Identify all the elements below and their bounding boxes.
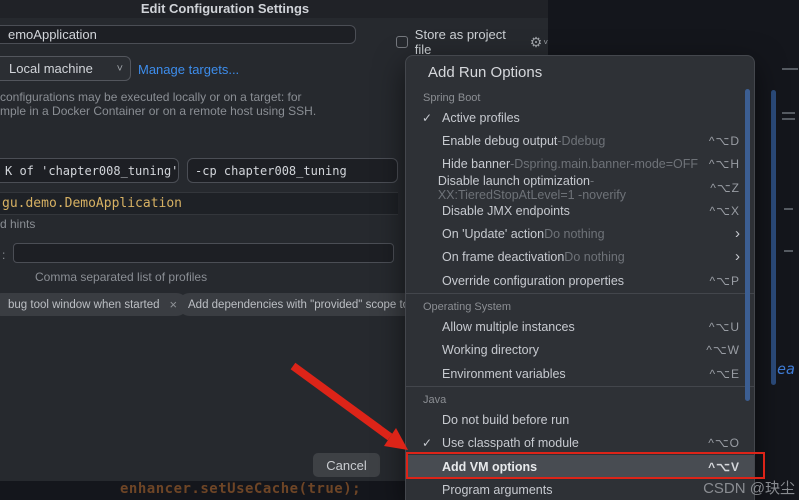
menu-item-on-update-action[interactable]: On 'Update' actionDo nothing › [406, 222, 754, 245]
menu-item-program-arguments[interactable]: Program arguments [406, 478, 754, 500]
menu-item-suffix: -Dspring.main.banner-mode=OFF [510, 157, 699, 172]
editor-partial-text: ea [777, 360, 796, 378]
editor-scroll-marker [782, 68, 798, 70]
menu-item-shortcut: ^⌥O [708, 436, 740, 451]
tool-window-chip[interactable]: bug tool window when started × [0, 293, 188, 316]
main-class-value: gu.demo.DemoApplication [2, 196, 183, 211]
watermark: CSDN @玦尘 [703, 480, 795, 497]
provided-scope-chip[interactable]: Add dependencies with "provided" scope t… [178, 293, 428, 316]
menu-section-operating-system: Operating System [423, 301, 512, 314]
editor-scrollbar-thumb[interactable] [771, 90, 776, 385]
menu-item-disable-launch-optimization[interactable]: Disable launch optimization-XX:TieredSto… [406, 173, 754, 202]
editor-scroll-marker [784, 208, 793, 210]
menu-item-label: Hide banner-Dspring.main.banner-mode=OFF [442, 157, 699, 172]
gear-chevron-icon: ˅ [543, 37, 548, 47]
menu-item-hide-banner[interactable]: Hide banner-Dspring.main.banner-mode=OFF… [406, 153, 754, 176]
menu-item-label: Active profiles [442, 110, 520, 125]
menu-item-shortcut: ^⌥D [708, 133, 740, 148]
menu-item-shortcut: ^⌥Z [710, 180, 740, 195]
vm-classpath-field[interactable]: -cp chapter008_tuning [187, 158, 398, 183]
menu-item-label: Add VM options [442, 459, 538, 474]
menu-scrollbar-thumb[interactable] [745, 89, 750, 401]
menu-item-active-profiles[interactable]: ✓ Active profiles [406, 106, 754, 129]
add-run-options-menu: Add Run Options Spring Boot ✓ Active profi… [405, 55, 755, 500]
menu-item-label: Use classpath of module [442, 436, 579, 451]
close-icon[interactable]: × [170, 297, 178, 312]
check-icon: ✓ [422, 110, 433, 125]
hints-label: d hints [0, 217, 36, 231]
menu-item-label: Disable JMX endpoints [442, 203, 570, 218]
dialog-title: Edit Configuration Settings [140, 1, 310, 16]
menu-item-shortcut: ^⌥X [709, 203, 740, 218]
target-hint-line1: configurations may be executed locally o… [0, 90, 302, 104]
menu-item-shortcut: ^⌥E [709, 366, 740, 381]
store-as-project-file-row: Store as project file ⚙ ˅ [396, 27, 548, 57]
main-class-row[interactable]: gu.demo.DemoApplication [0, 192, 398, 215]
menu-item-label: Enable debug output-Ddebug [442, 133, 606, 148]
menu-item-use-classpath-of-module[interactable]: ✓ Use classpath of module ^⌥O [406, 432, 754, 455]
menu-item-label: Allow multiple instances [442, 320, 575, 335]
menu-item-suffix: -XX:TieredStopAtLevel=1 -noverify [437, 173, 626, 202]
menu-item-shortcut: ^⌥V [708, 459, 740, 474]
menu-item-label: On frame deactivationDo nothing [442, 250, 625, 265]
run-options-menu-body: Spring Boot ✓ Active profiles Enable debug … [406, 86, 754, 500]
menu-item-enable-debug-output[interactable]: Enable debug output-Ddebug ^⌥D [406, 129, 754, 152]
check-icon: ✓ [422, 436, 433, 451]
store-as-project-file-checkbox[interactable] [396, 36, 408, 48]
tool-window-chip-label: bug tool window when started [8, 298, 160, 311]
menu-item-label: Override configuration properties [442, 273, 625, 288]
menu-item-working-directory[interactable]: Working directory ^⌥W [406, 339, 754, 362]
run-target-value: Local machine [9, 61, 93, 76]
menu-section-java: Java [423, 394, 447, 407]
menu-item-label: On 'Update' actionDo nothing [442, 227, 605, 242]
target-hint-line2: mple in a Docker Container or on a remot… [0, 104, 317, 118]
gear-icon[interactable]: ⚙ [530, 35, 543, 49]
jre-select[interactable]: K of 'chapter008_tuning' modu [0, 158, 179, 183]
active-profiles-input[interactable] [13, 243, 394, 263]
configuration-name-input[interactable]: emoApplication [0, 25, 356, 44]
menu-item-allow-multiple-instances[interactable]: Allow multiple instances ^⌥U [406, 315, 754, 338]
chevron-right-icon: › [735, 248, 740, 266]
menu-item-do-not-build-before-run[interactable]: Do not build before run [406, 408, 754, 431]
chevron-down-icon: ˅ [116, 62, 123, 75]
cancel-button[interactable]: Cancel [313, 453, 380, 477]
menu-item-suffix: Do nothing [564, 250, 625, 265]
menu-item-shortcut: ^⌥W [706, 343, 740, 358]
manage-targets-link[interactable]: Manage targets... [138, 62, 239, 77]
screenshot-root: ea enhancer.setUseCache(true); Edit Conf… [0, 0, 799, 500]
profiles-hint: Comma separated list of profiles [35, 270, 208, 284]
menu-item-label: Do not build before run [442, 412, 570, 427]
run-target-select[interactable]: Local machine ˅ [0, 56, 131, 81]
menu-item-label: Program arguments [442, 482, 553, 497]
menu-item-environment-variables[interactable]: Environment variables ^⌥E [406, 362, 754, 385]
provided-scope-chip-label: Add dependencies with "provided" scope t… [188, 298, 428, 311]
menu-item-override-configuration-properties[interactable]: Override configuration properties ^⌥P [406, 269, 754, 292]
menu-item-label: Environment variables [442, 366, 566, 381]
chevron-right-icon: › [735, 225, 740, 243]
menu-item-label: Disable launch optimization-XX:TieredSto… [437, 173, 626, 202]
menu-item-shortcut: ^⌥H [708, 157, 740, 172]
menu-item-add-vm-options[interactable]: Add VM options ^⌥V [406, 454, 754, 479]
menu-section-spring-boot: Spring Boot [423, 92, 481, 104]
menu-title: Add Run Options [428, 64, 543, 81]
menu-item-suffix: -Ddebug [557, 133, 606, 148]
menu-item-suffix: Do nothing [544, 227, 605, 242]
editor-scroll-marker [782, 112, 795, 114]
editor-code-line: enhancer.setUseCache(true); [120, 481, 362, 497]
profiles-label: : [2, 248, 6, 262]
store-as-project-file-label: Store as project file [414, 27, 506, 57]
editor-scroll-marker [784, 250, 793, 252]
menu-separator [406, 386, 754, 388]
menu-separator [406, 293, 754, 295]
menu-item-disable-jmx-endpoints[interactable]: Disable JMX endpoints ^⌥X [406, 199, 754, 222]
menu-item-shortcut: ^⌥P [709, 273, 740, 288]
menu-item-on-frame-deactivation[interactable]: On frame deactivationDo nothing › [406, 246, 754, 269]
editor-scroll-marker [782, 118, 795, 120]
menu-item-label: Working directory [442, 343, 540, 358]
menu-item-shortcut: ^⌥U [708, 320, 740, 335]
